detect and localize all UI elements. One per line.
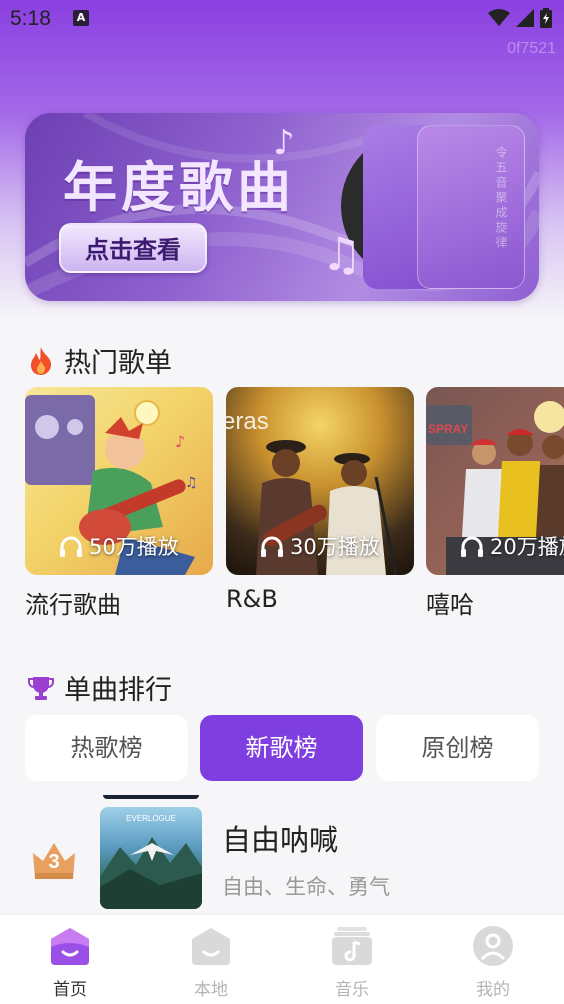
play-count: 30万播放 xyxy=(260,531,380,561)
svg-text:♪: ♪ xyxy=(175,432,185,451)
rank-badge: 3 xyxy=(31,839,77,881)
home-icon xyxy=(49,925,91,967)
playlist-cover: eras 30万播放 xyxy=(226,387,414,575)
playlist-carousel[interactable]: ♪ ♫ 50万播放 流行歌曲 eras 30万播放 R&B SPRAY 20万播… xyxy=(25,387,564,617)
tab-hot-songs[interactable]: 热歌榜 xyxy=(25,715,188,781)
sleeve-text: 令五音聚成旋律 xyxy=(494,146,508,251)
playlist-name: R&B xyxy=(226,585,278,613)
bottom-navigation: 首页 本地 音乐 我的 xyxy=(0,914,564,1004)
play-count-text: 20万播放 xyxy=(490,535,564,559)
tab-original-songs[interactable]: 原创榜 xyxy=(376,715,539,781)
status-time: 5:18 xyxy=(10,7,51,30)
song-list-item[interactable]: 3 EVERLOGUE 自由呐喊 自由、生命、勇气 xyxy=(0,795,564,915)
play-count: 50万播放 xyxy=(59,531,179,561)
app-notification-icon: A xyxy=(73,10,89,26)
status-bar: 5:18 A xyxy=(0,0,564,38)
nav-local-label: 本地 xyxy=(194,980,228,1000)
user-id-watermark: 0f7521 xyxy=(507,40,556,57)
song-cover-art: EVERLOGUE xyxy=(100,814,202,909)
song-cover-text: EVERLOGUE xyxy=(126,814,176,823)
charts-title: 单曲排行 xyxy=(64,675,172,706)
music-notes-icon: ♫ xyxy=(321,227,363,281)
song-tags: 自由、生命、勇气 xyxy=(222,875,390,899)
playlist-cover: SPRAY 20万播放 xyxy=(426,387,564,575)
album-sleeve: 令五音聚成旋律 xyxy=(417,125,525,289)
trophy-icon xyxy=(28,675,54,701)
charts-header: 单曲排行 xyxy=(28,668,172,707)
playlist-cover: ♪ ♫ 50万播放 xyxy=(25,387,213,575)
nav-profile[interactable]: 我的 xyxy=(443,925,543,1000)
playlist-name: 流行歌曲 xyxy=(25,591,121,617)
headphones-icon xyxy=(461,536,483,557)
local-icon xyxy=(190,925,232,967)
nav-music-label: 音乐 xyxy=(335,980,369,1000)
headphones-icon xyxy=(60,536,82,557)
profile-icon xyxy=(472,925,514,967)
nav-local[interactable]: 本地 xyxy=(161,925,261,1000)
play-count: 20万播放 xyxy=(460,531,564,561)
annual-songs-banner[interactable]: 年度歌曲 点击查看 令五音聚成旋律 ♪ ♫ xyxy=(25,113,539,301)
svg-text:♫: ♫ xyxy=(185,475,198,491)
svg-text:eras: eras xyxy=(226,408,269,435)
signal-icon xyxy=(516,9,534,27)
view-button[interactable]: 点击查看 xyxy=(59,223,207,273)
wifi-icon xyxy=(488,9,510,26)
headphones-icon xyxy=(261,536,283,557)
battery-icon xyxy=(540,8,552,28)
playlist-card[interactable]: eras 30万播放 R&B xyxy=(226,387,414,613)
music-icon xyxy=(331,925,373,967)
tab-new-songs[interactable]: 新歌榜 xyxy=(200,715,363,781)
music-note-icon: ♪ xyxy=(273,123,295,163)
nav-home[interactable]: 首页 xyxy=(20,925,120,1000)
hot-playlists-header: 热门歌单 xyxy=(28,341,172,380)
song-cover: EVERLOGUE xyxy=(100,807,202,909)
fire-icon xyxy=(28,346,54,375)
banner-title: 年度歌曲 xyxy=(63,156,295,219)
playlist-name: 嘻哈 xyxy=(426,591,474,617)
nav-music[interactable]: 音乐 xyxy=(302,925,402,1000)
nav-profile-label: 我的 xyxy=(476,980,510,1000)
svg-text:SPRAY: SPRAY xyxy=(428,422,468,436)
chart-tabs: 热歌榜 新歌榜 原创榜 xyxy=(25,715,539,781)
playlist-card[interactable]: ♪ ♫ 50万播放 流行歌曲 xyxy=(25,387,213,617)
song-title: 自由呐喊 xyxy=(222,823,339,857)
previous-song-cover-edge xyxy=(103,795,199,799)
playlist-card[interactable]: SPRAY 20万播放 嘻哈 xyxy=(426,387,564,617)
hot-playlists-title: 热门歌单 xyxy=(64,348,172,379)
play-count-text: 30万播放 xyxy=(290,535,380,559)
nav-home-label: 首页 xyxy=(53,980,87,1000)
play-count-text: 50万播放 xyxy=(89,535,179,559)
rank-number: 3 xyxy=(48,851,60,873)
